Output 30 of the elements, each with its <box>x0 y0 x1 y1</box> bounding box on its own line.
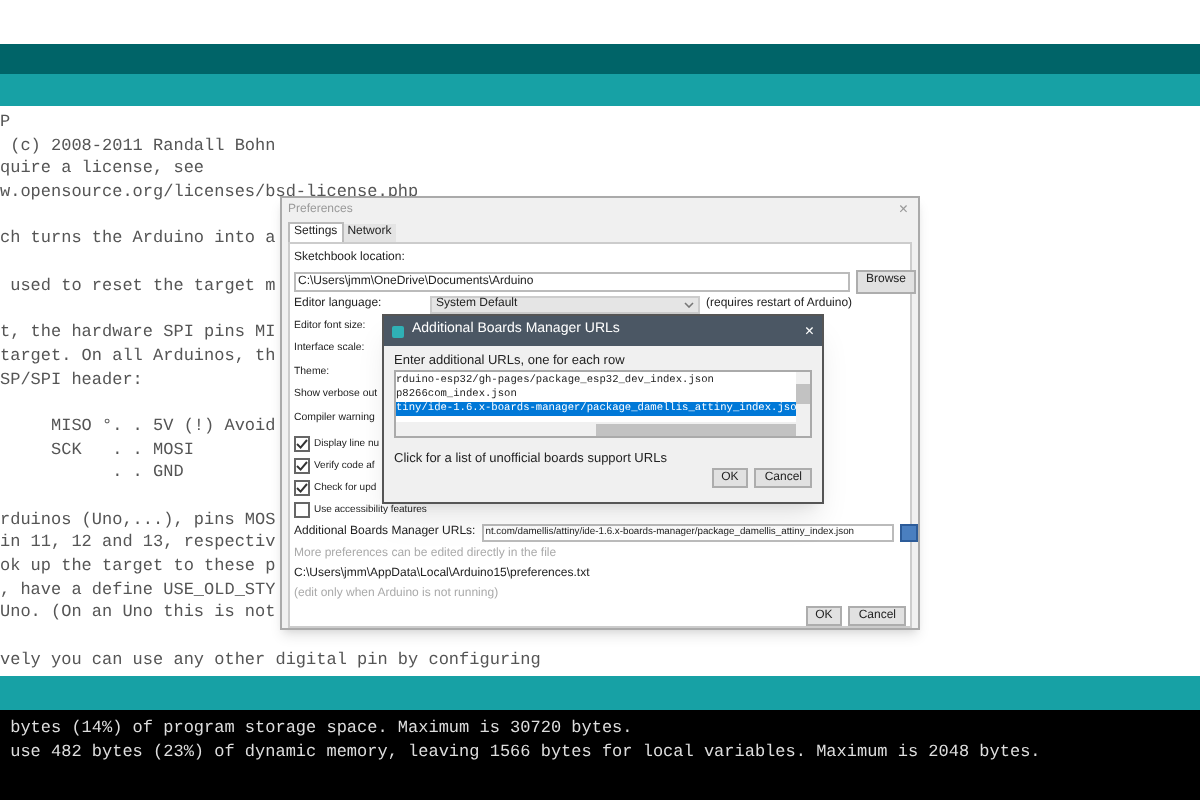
code-line: vely you can use any other digital pin by configuring <box>0 649 541 673</box>
code-line: target. On all Arduinos, th <box>0 345 276 370</box>
code-line: (c) 2008-2011 Randall Bohn <box>8 135 276 159</box>
code-line: SP/SPI header: <box>0 369 143 393</box>
checkbox[interactable] <box>294 502 310 519</box>
code-line: Uno. (On an Uno this is not <box>0 602 276 627</box>
checkbox[interactable] <box>294 436 310 453</box>
code-line: t, the hardware SPI pins MI <box>0 322 276 346</box>
code-line: in 11, 12 and 13, respectiv <box>0 532 276 557</box>
app-icon <box>392 325 404 337</box>
code-line: ch turns the Arduino into a <box>0 228 276 253</box>
code-line: ok up the target to these p <box>0 556 276 580</box>
console-line: use 482 bytes (23%) of dynamic memory, leaving 1566 bytes for local variables. Maximum is 2048 bytes. <box>8 740 1041 764</box>
window-icon[interactable] <box>899 523 918 542</box>
code-line: . . GND <box>110 462 184 486</box>
code-line: MISO °. . 5V (!) Avoid <box>49 415 276 440</box>
code-line: quire a license, see <box>0 158 205 183</box>
code-line: , have a define USE_OLD_STY <box>0 579 276 603</box>
checkbox[interactable] <box>294 480 310 497</box>
chevron-down-icon <box>684 302 694 308</box>
console-line: bytes (14%) of program storage space. Maximum is 30720 bytes. <box>8 716 633 740</box>
code-line: rduinos (Uno,...), pins MOS <box>0 509 276 533</box>
code-line: w.opensource.org/licenses/bsd-license.php <box>0 182 419 203</box>
checkbox[interactable] <box>294 458 310 475</box>
code-line: SCK . . MOSI <box>49 439 194 463</box>
code-line: used to reset the target m <box>8 275 276 299</box>
vertical-scrollbar[interactable] <box>796 372 810 436</box>
close-icon[interactable]: × <box>804 319 814 343</box>
horizontal-scrollbar[interactable] <box>396 422 796 436</box>
code-line: P <box>0 112 11 136</box>
